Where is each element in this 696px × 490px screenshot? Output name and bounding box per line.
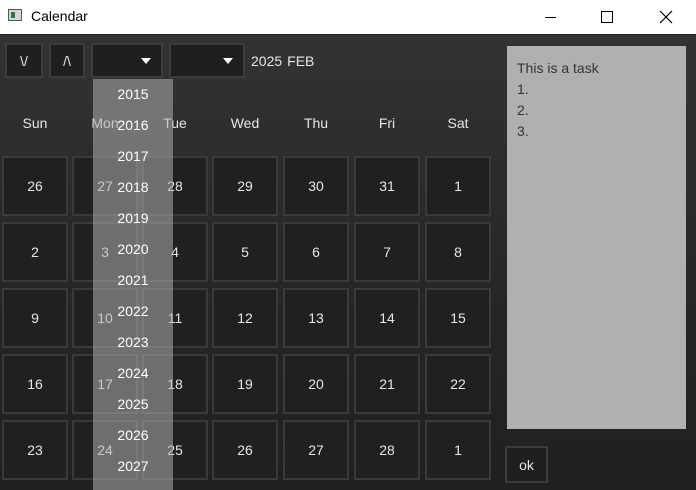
year-option[interactable]: 2026 bbox=[93, 420, 173, 451]
day-cell[interactable]: 30 bbox=[283, 156, 349, 216]
day-cell[interactable]: 12 bbox=[212, 288, 278, 348]
day-cell[interactable]: 26 bbox=[2, 156, 68, 216]
day-cell[interactable]: 29 bbox=[212, 156, 278, 216]
year-option[interactable]: 2019 bbox=[93, 203, 173, 234]
day-cell[interactable]: 19 bbox=[212, 354, 278, 414]
task-line: This is a task bbox=[517, 60, 599, 76]
day-cell[interactable]: 8 bbox=[425, 222, 491, 282]
day-cell[interactable]: 1 bbox=[425, 420, 491, 480]
weekday-wed: Wed bbox=[230, 115, 260, 131]
day-cell[interactable]: 20 bbox=[283, 354, 349, 414]
day-cell[interactable]: 14 bbox=[354, 288, 420, 348]
year-option[interactable]: 2018 bbox=[93, 172, 173, 203]
day-cell[interactable]: 5 bbox=[212, 222, 278, 282]
minimize-icon bbox=[544, 16, 556, 18]
task-line: 1. bbox=[517, 81, 529, 97]
year-option[interactable]: 2016 bbox=[93, 110, 173, 141]
window-title: Calendar bbox=[31, 8, 88, 24]
year-option[interactable]: 2017 bbox=[93, 141, 173, 172]
ok-button[interactable]: ok bbox=[505, 446, 548, 483]
maximize-icon bbox=[601, 11, 613, 23]
prev-month-button[interactable]: /\ bbox=[49, 43, 85, 78]
year-option[interactable]: 2022 bbox=[93, 296, 173, 327]
year-option[interactable]: 2015 bbox=[93, 79, 173, 110]
day-cell[interactable]: 22 bbox=[425, 354, 491, 414]
title-bar: Calendar bbox=[0, 0, 696, 34]
current-month: FEB bbox=[287, 53, 315, 69]
weekday-sun: Sun bbox=[22, 115, 48, 131]
day-cell[interactable]: 21 bbox=[354, 354, 420, 414]
minimize-button[interactable] bbox=[527, 0, 573, 34]
calendar-app-icon bbox=[8, 9, 22, 21]
close-icon bbox=[659, 10, 673, 24]
weekday-sat: Sat bbox=[447, 115, 469, 131]
current-month-label: 2025 FEB bbox=[251, 53, 319, 69]
year-option[interactable]: 2027 bbox=[93, 451, 173, 482]
day-cell[interactable]: 15 bbox=[425, 288, 491, 348]
day-cell[interactable]: 23 bbox=[2, 420, 68, 480]
task-text-panel[interactable]: This is a task 1. 2. 3. bbox=[507, 46, 686, 429]
day-cell[interactable]: 1 bbox=[425, 156, 491, 216]
year-option[interactable]: 2024 bbox=[93, 358, 173, 389]
task-line: 3. bbox=[517, 123, 529, 139]
day-cell[interactable]: 28 bbox=[354, 420, 420, 480]
close-button[interactable] bbox=[643, 0, 689, 34]
day-cell[interactable]: 2 bbox=[2, 222, 68, 282]
day-cell[interactable]: 27 bbox=[283, 420, 349, 480]
year-option[interactable]: 2021 bbox=[93, 265, 173, 296]
chevron-down-icon bbox=[141, 58, 151, 64]
year-option[interactable]: 2023 bbox=[93, 327, 173, 358]
day-cell[interactable]: 6 bbox=[283, 222, 349, 282]
year-option[interactable]: 2020 bbox=[93, 234, 173, 265]
day-cell[interactable]: 31 bbox=[354, 156, 420, 216]
task-line: 2. bbox=[517, 102, 529, 118]
weekday-fri: Fri bbox=[378, 115, 396, 131]
day-cell[interactable]: 16 bbox=[2, 354, 68, 414]
year-select[interactable] bbox=[91, 43, 163, 78]
maximize-button[interactable] bbox=[584, 0, 630, 34]
current-year: 2025 bbox=[251, 53, 283, 69]
day-cell[interactable]: 26 bbox=[212, 420, 278, 480]
day-cell[interactable]: 13 bbox=[283, 288, 349, 348]
day-cell[interactable]: 7 bbox=[354, 222, 420, 282]
year-dropdown-list[interactable]: 2015 2016 2017 2018 2019 2020 2021 2022 … bbox=[93, 79, 173, 490]
next-month-button[interactable]: \/ bbox=[5, 43, 43, 78]
chevron-down-icon bbox=[223, 58, 233, 64]
year-option[interactable]: 2025 bbox=[93, 389, 173, 420]
month-select[interactable] bbox=[169, 43, 245, 78]
weekday-thu: Thu bbox=[303, 115, 329, 131]
day-cell[interactable]: 9 bbox=[2, 288, 68, 348]
calendar-client-area: \/ /\ 2025FEB Sun Mon Tue Wed Thu Fri Sa… bbox=[0, 35, 696, 490]
